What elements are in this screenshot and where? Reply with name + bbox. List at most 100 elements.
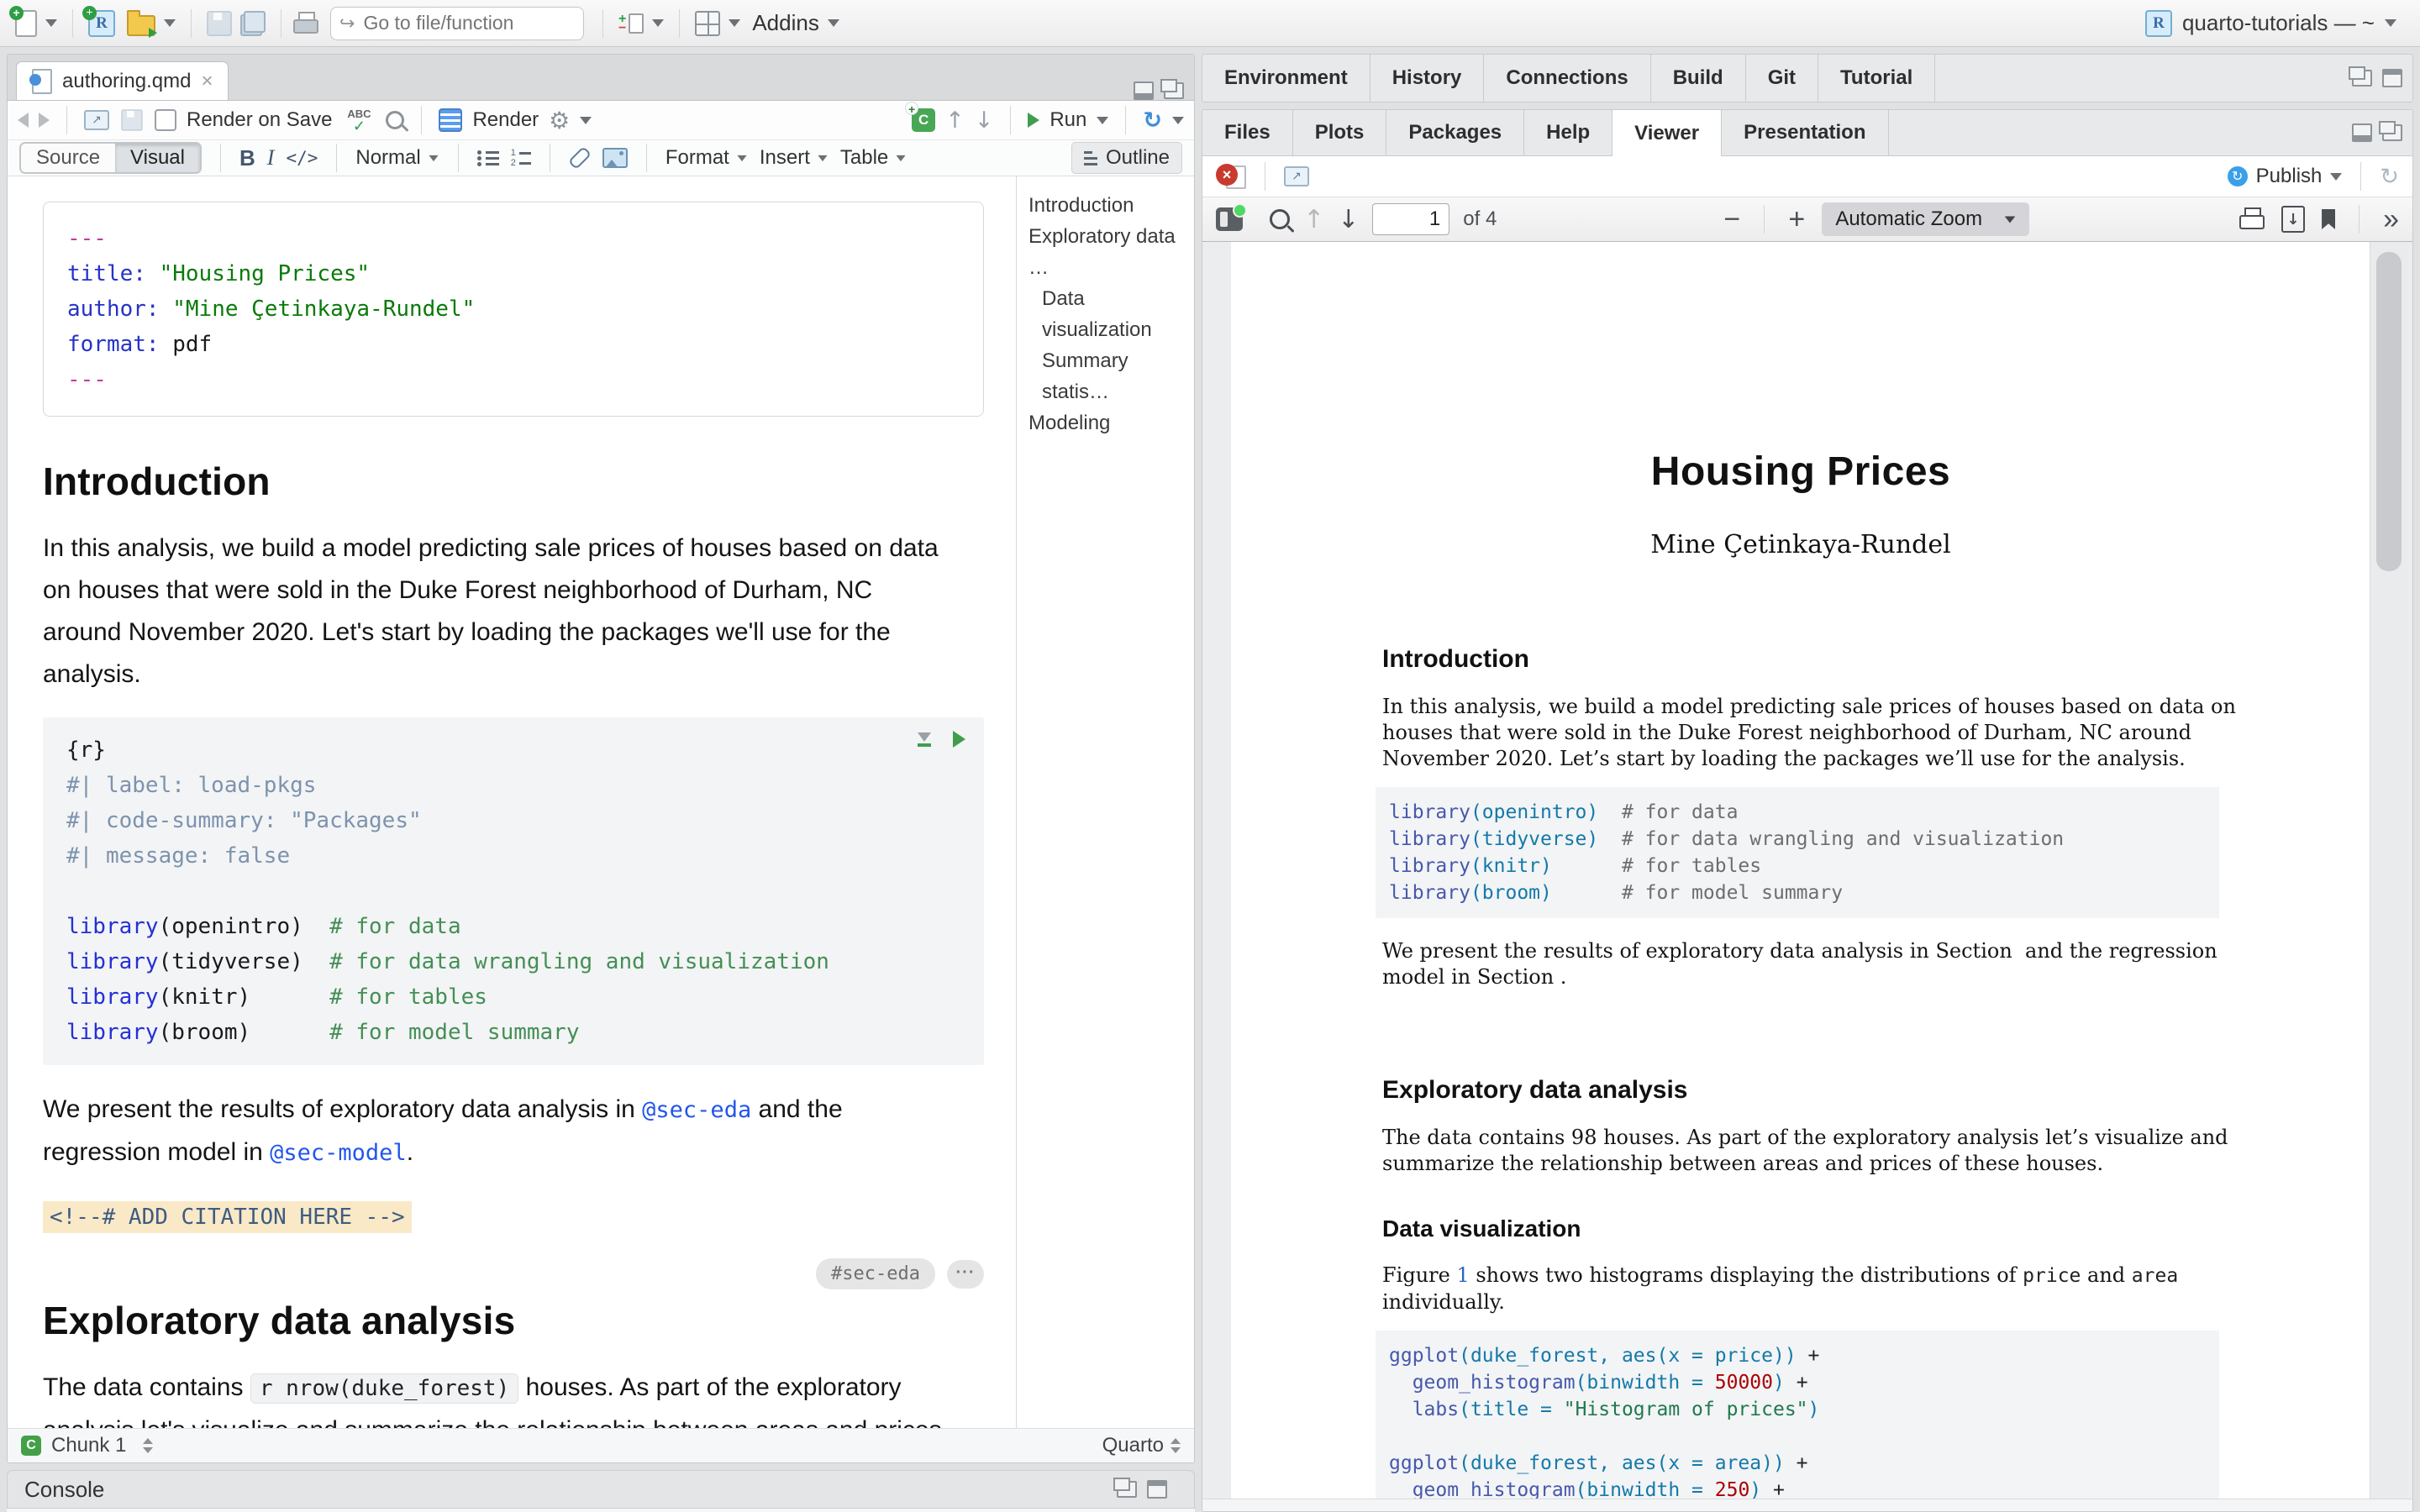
format-menu[interactable]: Format xyxy=(666,146,748,170)
pdf-scrollbar-thumb[interactable] xyxy=(2376,252,2402,571)
outline-item-summary[interactable]: Summary statis… xyxy=(1028,345,1194,407)
save-document-icon[interactable] xyxy=(121,109,143,131)
section-options-button[interactable]: ··· xyxy=(947,1260,984,1289)
pdf-download-icon[interactable]: ↓ xyxy=(2281,206,2305,233)
open-recent-dropdown[interactable] xyxy=(164,19,176,27)
tab-history[interactable]: History xyxy=(1370,55,1485,102)
italic-button[interactable]: I xyxy=(267,145,275,171)
minimize-pane-icon[interactable] xyxy=(1134,81,1154,100)
pdf-zoom-select[interactable]: Automatic Zoom xyxy=(1822,202,2029,236)
env-pane-maximize-icon[interactable] xyxy=(2382,69,2402,87)
outline-item-dataviz[interactable]: Data visualization xyxy=(1028,283,1194,345)
render-settings-gear-icon[interactable]: ⚙ xyxy=(549,107,570,134)
close-tab-icon[interactable]: × xyxy=(201,70,213,93)
outline-item-eda[interactable]: Exploratory data … xyxy=(1028,221,1194,283)
pane-layout-icon[interactable] xyxy=(695,11,720,36)
section-id-badge[interactable]: #sec-eda xyxy=(816,1258,935,1289)
visual-mode-button[interactable]: Visual xyxy=(115,144,200,172)
render-button-label[interactable]: Render xyxy=(472,108,539,132)
version-control-icon[interactable]: +− xyxy=(618,13,644,34)
clear-viewer-icon[interactable]: × xyxy=(1216,164,1246,189)
spellcheck-icon[interactable]: ABC✓ xyxy=(342,108,376,132)
citation-comment[interactable]: <!--# ADD CITATION HERE --> xyxy=(43,1201,412,1233)
go-next-chunk-icon[interactable]: ↓ xyxy=(975,108,994,134)
viewer-pane-minimize-icon[interactable] xyxy=(2352,123,2372,142)
r-code-chunk[interactable]: {r} #| label: load-pkgs #| code-summary:… xyxy=(43,717,984,1065)
pane-layout-dropdown[interactable] xyxy=(729,19,740,27)
tab-presentation[interactable]: Presentation xyxy=(1722,110,1888,155)
chunk-status-label[interactable]: Chunk 1 xyxy=(51,1434,126,1457)
insert-chunk-icon[interactable]: C xyxy=(912,108,935,132)
addins-dropdown[interactable] xyxy=(828,19,839,27)
mode-stepper[interactable] xyxy=(1171,1438,1181,1453)
source-mode-button[interactable]: Source xyxy=(21,144,115,172)
yaml-metadata-block[interactable]: --- title: "Housing Prices" author: "Min… xyxy=(43,202,984,417)
console-restore-icon[interactable] xyxy=(1117,1481,1137,1498)
numbered-list-icon[interactable]: 12 xyxy=(511,150,531,167)
find-replace-icon[interactable] xyxy=(386,111,404,129)
tab-build[interactable]: Build xyxy=(1651,55,1746,102)
publish-dropdown[interactable] xyxy=(2330,173,2342,181)
pdf-previous-page-icon[interactable]: ↑ xyxy=(1303,205,1324,234)
pdf-bookmark-icon[interactable] xyxy=(2322,209,2335,229)
render-on-save-checkbox[interactable] xyxy=(155,109,176,131)
pdf-more-tools-icon[interactable]: » xyxy=(2383,207,2399,232)
back-icon[interactable] xyxy=(18,113,29,128)
paragraph-style-dropdown[interactable]: Normal xyxy=(355,146,439,170)
save-icon[interactable] xyxy=(207,11,232,36)
pdf-page-number-input[interactable] xyxy=(1372,203,1449,235)
rerun-dropdown[interactable] xyxy=(1172,117,1184,124)
link-icon[interactable] xyxy=(568,146,592,170)
tab-help[interactable]: Help xyxy=(1524,110,1612,155)
bold-button[interactable]: B xyxy=(239,145,255,171)
outline-item-modeling[interactable]: Modeling xyxy=(1028,407,1194,438)
chunk-nav-stepper[interactable] xyxy=(143,1438,153,1453)
pdf-next-page-icon[interactable]: ↓ xyxy=(1338,205,1359,234)
document-mode-label[interactable]: Quarto xyxy=(1102,1434,1164,1457)
viewer-popout-icon[interactable]: ↗ xyxy=(1284,166,1309,186)
env-pane-restore-icon[interactable] xyxy=(2352,70,2372,87)
tab-packages[interactable]: Packages xyxy=(1386,110,1524,155)
run-chunk-icon[interactable] xyxy=(953,731,965,748)
go-to-file-input[interactable] xyxy=(361,11,550,35)
bullet-list-icon[interactable] xyxy=(477,151,499,165)
table-menu[interactable]: Table xyxy=(840,146,907,170)
outline-toggle-button[interactable]: Outline xyxy=(1071,142,1182,174)
outline-item-introduction[interactable]: Introduction xyxy=(1028,190,1194,221)
project-menu[interactable]: R quarto-tutorials — ~ xyxy=(2145,10,2408,37)
open-file-icon[interactable] xyxy=(127,15,155,36)
console-maximize-icon[interactable] xyxy=(1147,1480,1167,1499)
pdf-view-area[interactable]: Housing Prices Mine Çetinkaya-Rundel Int… xyxy=(1202,242,2412,1511)
popout-editor-icon[interactable]: ↗ xyxy=(84,110,109,130)
pdf-sidebar-toggle-icon[interactable] xyxy=(1216,207,1243,231)
print-icon[interactable] xyxy=(293,12,318,35)
save-all-icon[interactable] xyxy=(240,11,266,36)
viewer-refresh-icon[interactable]: ↻ xyxy=(2380,164,2399,190)
pdf-print-icon[interactable] xyxy=(2239,207,2265,231)
viewer-pane-maximize-icon[interactable] xyxy=(2382,124,2402,141)
run-button-label[interactable]: Run xyxy=(1050,108,1086,132)
image-icon[interactable] xyxy=(602,148,628,168)
pdf-scrollbar[interactable] xyxy=(2370,242,2407,1499)
tab-git[interactable]: Git xyxy=(1746,55,1818,102)
console-header[interactable]: Console xyxy=(7,1470,1195,1509)
render-settings-dropdown[interactable] xyxy=(580,117,592,124)
run-dropdown[interactable] xyxy=(1097,117,1108,124)
tab-environment[interactable]: Environment xyxy=(1202,55,1370,102)
pdf-zoom-in-icon[interactable]: + xyxy=(1785,207,1808,232)
new-file-dropdown[interactable] xyxy=(45,19,57,27)
rerun-icon[interactable]: ↻ xyxy=(1143,108,1162,134)
go-previous-chunk-icon[interactable]: ↑ xyxy=(945,108,965,134)
tab-connections[interactable]: Connections xyxy=(1484,55,1650,102)
render-icon[interactable] xyxy=(439,108,462,132)
forward-icon[interactable] xyxy=(39,113,50,128)
code-format-button[interactable]: </> xyxy=(286,148,318,168)
insert-menu[interactable]: Insert xyxy=(760,146,829,170)
version-control-dropdown[interactable] xyxy=(652,19,664,27)
addins-menu[interactable]: Addins xyxy=(752,10,819,36)
new-project-icon[interactable]: R+ xyxy=(88,10,115,37)
visual-editor-content[interactable]: --- title: "Housing Prices" author: "Min… xyxy=(8,176,1194,1428)
run-icon[interactable] xyxy=(1028,113,1039,128)
go-to-file-search[interactable]: ↪ xyxy=(330,7,584,40)
tab-plots[interactable]: Plots xyxy=(1293,110,1387,155)
